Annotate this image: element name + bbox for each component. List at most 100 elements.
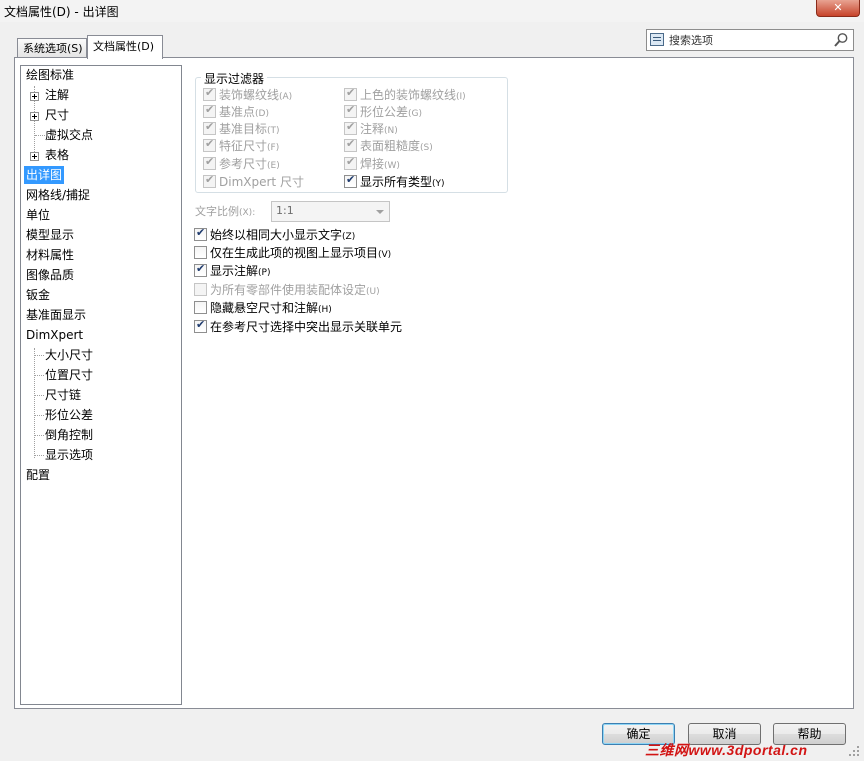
tree-item-virtual-sharps[interactable]: 虚拟交点 bbox=[45, 126, 93, 144]
tab-document-properties[interactable]: 文档属性(D) bbox=[87, 35, 163, 59]
text-scale-accel-key: (X): bbox=[239, 208, 256, 218]
checkbox-label: 始终以相同大小显示文字 bbox=[210, 228, 343, 242]
watermark: 三维网www.3dportal.cn bbox=[645, 742, 808, 758]
checkbox-label: 表面粗糙度 bbox=[360, 139, 421, 153]
tree-item-grid-snap[interactable]: 网格线/捕捉 bbox=[26, 186, 90, 204]
checkbox-accel-key: (Z) bbox=[342, 232, 356, 242]
tree-line bbox=[35, 135, 45, 136]
checkbox-label: 参考尺寸 bbox=[219, 157, 268, 171]
checkbox-box bbox=[203, 103, 216, 118]
expand-annotations-icon[interactable] bbox=[30, 92, 39, 101]
checkbox-box bbox=[203, 155, 216, 170]
tree-item-plane-display[interactable]: 基准面显示 bbox=[26, 306, 86, 324]
options-tree[interactable]: 绘图标准 注解 尺寸 虚拟交点 表格 出详图 网格线/捕捉 单位 模型显示 材料… bbox=[20, 65, 182, 705]
tree-item-configurations[interactable]: 配置 bbox=[26, 466, 50, 484]
tree-item-drafting-standard[interactable]: 绘图标准 bbox=[26, 66, 74, 84]
checkbox-label: 仅在生成此项的视图上显示项目 bbox=[210, 246, 379, 260]
tree-line bbox=[34, 348, 35, 458]
checkbox-box bbox=[194, 301, 207, 314]
tree-item-sheet-metal[interactable]: 钣金 bbox=[26, 286, 50, 304]
tree-line bbox=[34, 355, 44, 356]
checkbox-accel-key: (G) bbox=[408, 109, 423, 119]
checkbox-label: 形位公差 bbox=[360, 105, 409, 119]
close-icon: ✕ bbox=[833, 1, 843, 14]
checkbox-label: 焊接 bbox=[360, 157, 385, 171]
search-box[interactable] bbox=[646, 29, 854, 51]
resize-grip-icon[interactable] bbox=[848, 745, 860, 757]
checkbox-box bbox=[203, 173, 216, 188]
checkbox-label: DimXpert 尺寸 bbox=[219, 175, 304, 189]
checkbox-box bbox=[344, 103, 357, 118]
checkbox-box bbox=[194, 226, 207, 241]
text-scale-value: 1:1 bbox=[276, 204, 294, 217]
checkbox-box bbox=[194, 318, 207, 333]
checkbox-box bbox=[203, 120, 216, 135]
magnifier-icon[interactable] bbox=[833, 32, 849, 48]
tree-item-display-options[interactable]: 显示选项 bbox=[45, 446, 93, 464]
tab-system-options[interactable]: 系统选项(S) bbox=[17, 38, 87, 58]
tree-item-tables[interactable]: 表格 bbox=[45, 146, 69, 164]
checkbox-box bbox=[344, 120, 357, 135]
checkbox-accel-key: (D) bbox=[255, 109, 269, 119]
tree-line bbox=[34, 435, 44, 436]
checkbox-label: 在参考尺寸选择中突出显示关联单元 bbox=[210, 320, 403, 334]
tree-line bbox=[34, 395, 44, 396]
title-bar: 文档属性(D) - 出详图 ✕ bbox=[0, 0, 864, 22]
window-title: 文档属性(D) - 出详图 bbox=[4, 5, 119, 19]
checkbox-accel-key: (W) bbox=[384, 161, 400, 171]
tree-item-material-properties[interactable]: 材料属性 bbox=[26, 246, 74, 264]
checkbox-label: 显示所有类型 bbox=[360, 175, 433, 189]
checkbox-box bbox=[344, 86, 357, 101]
checkbox-label: 基准目标 bbox=[219, 122, 268, 136]
checkbox-label: 上色的装饰螺纹线 bbox=[360, 88, 457, 102]
checkbox-box bbox=[344, 173, 357, 188]
checkbox-box bbox=[203, 86, 216, 101]
tree-item-geometric-tolerance[interactable]: 形位公差 bbox=[45, 406, 93, 424]
tree-item-chain-dimension[interactable]: 尺寸链 bbox=[45, 386, 81, 404]
checkbox-label: 基准点 bbox=[219, 105, 256, 119]
tree-item-location-dimension[interactable]: 位置尺寸 bbox=[45, 366, 93, 384]
checkbox-accel-key: (S) bbox=[420, 143, 433, 153]
tree-line bbox=[34, 375, 44, 376]
display-filter-title: 显示过滤器 bbox=[201, 70, 268, 87]
tree-item-chamfer-controls[interactable]: 倒角控制 bbox=[45, 426, 93, 444]
checkbox-accel-key: (F) bbox=[267, 143, 280, 153]
checkbox-accel-key: (T) bbox=[267, 126, 280, 136]
checkbox-label: 为所有零部件使用装配体设定 bbox=[210, 283, 367, 297]
expand-tables-icon[interactable] bbox=[30, 152, 39, 161]
checkbox-box bbox=[194, 283, 207, 296]
checkbox-box bbox=[344, 155, 357, 170]
checkbox-accel-key: (U) bbox=[366, 287, 380, 297]
checkbox-label: 显示注解 bbox=[210, 264, 259, 278]
tree-item-annotations[interactable]: 注解 bbox=[45, 86, 69, 104]
text-scale-text: 文字比例 bbox=[195, 205, 239, 218]
checkbox-accel-key: (E) bbox=[267, 161, 280, 171]
tree-item-detailing[interactable]: 出详图 bbox=[24, 166, 65, 184]
checkbox-accel-key: (V) bbox=[378, 250, 392, 260]
checkbox-label: 注释 bbox=[360, 122, 385, 136]
checkbox-box bbox=[203, 137, 216, 152]
tree-item-dimxpert[interactable]: DimXpert bbox=[26, 326, 83, 344]
tree-item-model-display[interactable]: 模型显示 bbox=[26, 226, 74, 244]
close-button[interactable]: ✕ bbox=[816, 0, 860, 17]
checkbox-accel-key: (P) bbox=[258, 268, 271, 278]
checkbox-label: 装饰螺纹线 bbox=[219, 88, 280, 102]
tree-item-units[interactable]: 单位 bbox=[26, 206, 50, 224]
checkbox-accel-key: (I) bbox=[456, 92, 466, 102]
checkbox-accel-key: (Y) bbox=[432, 179, 445, 189]
tree-line bbox=[34, 455, 44, 456]
checkbox-box bbox=[194, 262, 207, 277]
text-scale-select[interactable]: 1:1 bbox=[271, 201, 390, 222]
search-input[interactable] bbox=[669, 32, 829, 48]
tree-item-dimensions[interactable]: 尺寸 bbox=[45, 106, 69, 124]
expand-dimensions-icon[interactable] bbox=[30, 112, 39, 121]
checkbox-accel-key: (A) bbox=[279, 92, 293, 102]
tree-item-image-quality[interactable]: 图像品质 bbox=[26, 266, 74, 284]
checkbox-accel-key: (N) bbox=[384, 126, 398, 136]
checkbox-box bbox=[344, 137, 357, 152]
chevron-down-icon bbox=[376, 210, 384, 214]
tree-item-size-dimension[interactable]: 大小尺寸 bbox=[45, 346, 93, 364]
text-scale-label: 文字比例(X): bbox=[195, 203, 255, 219]
checkbox-label: 隐藏悬空尺寸和注解 bbox=[210, 301, 319, 315]
checkbox-accel-key: (H) bbox=[318, 305, 332, 315]
